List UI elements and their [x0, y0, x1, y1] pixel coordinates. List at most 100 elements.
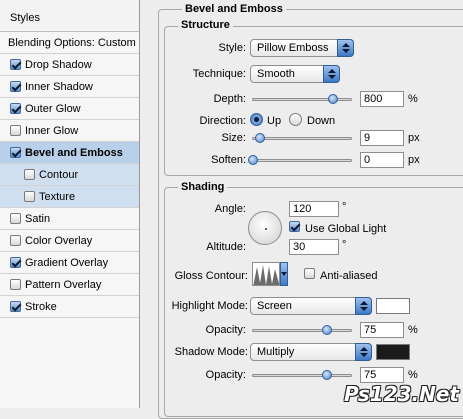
soften-unit: px — [408, 154, 420, 166]
depth-unit: % — [408, 93, 418, 105]
altitude-degree: ° — [342, 239, 347, 251]
technique-label: Technique: — [192, 68, 246, 80]
shadow-opacity-label: Opacity: — [205, 369, 246, 381]
style-item[interactable]: Satin — [0, 208, 139, 230]
style-item[interactable]: Drop Shadow — [0, 54, 139, 76]
technique-select[interactable]: Smooth — [250, 65, 340, 83]
style-item[interactable]: Gradient Overlay — [0, 252, 139, 274]
highlight-opacity-thumb[interactable] — [321, 325, 332, 335]
size-slider[interactable] — [252, 133, 352, 143]
style-item-label: Contour — [39, 169, 79, 181]
size-label: Size: — [221, 132, 246, 144]
anti-aliased-checkbox[interactable] — [304, 268, 315, 279]
style-checkbox[interactable] — [24, 168, 35, 180]
shadow-mode-label: Shadow Mode: — [174, 346, 248, 358]
dropdown-arrow-icon — [337, 39, 354, 57]
panel-title: Bevel and Emboss — [182, 3, 286, 15]
angle-degree: ° — [342, 201, 347, 213]
style-item-label: Texture — [39, 191, 76, 203]
styles-list: Styles Blending Options: Custom Drop Sha… — [0, 0, 140, 408]
style-checkbox[interactable] — [10, 146, 21, 158]
shadow-mode-select[interactable]: Multiply — [250, 343, 372, 361]
style-checkbox[interactable] — [10, 234, 21, 246]
highlight-color-swatch[interactable] — [376, 298, 410, 314]
shadow-opacity-unit: % — [408, 369, 418, 381]
dropdown-arrow-icon — [355, 297, 372, 315]
style-item-label: Pattern Overlay — [25, 279, 102, 291]
gloss-contour-preview[interactable] — [252, 262, 280, 286]
style-checkbox[interactable] — [24, 190, 35, 202]
shadow-mode-value: Multiply — [257, 346, 295, 358]
size-slider-thumb[interactable] — [254, 133, 265, 143]
style-item[interactable]: Inner Glow — [0, 120, 139, 142]
style-item[interactable]: Stroke — [0, 296, 139, 318]
style-checkbox[interactable] — [10, 212, 21, 224]
shadow-color-swatch[interactable] — [376, 344, 410, 360]
depth-label: Depth: — [213, 93, 246, 105]
style-item[interactable]: Outer Glow — [0, 98, 139, 120]
soften-slider[interactable] — [248, 155, 352, 165]
style-checkbox[interactable] — [10, 58, 21, 70]
highlight-mode-label: Highlight Mode: — [171, 300, 248, 312]
gloss-contour-label: Gloss Contour: — [174, 270, 248, 282]
direction-down-label: Down — [307, 115, 336, 127]
style-item[interactable]: Bevel and Emboss — [0, 142, 139, 164]
direction-up-label: Up — [267, 115, 282, 127]
style-item[interactable]: Texture — [0, 186, 139, 208]
shadow-opacity-field[interactable]: 75 — [360, 367, 404, 383]
size-unit: px — [408, 132, 420, 144]
direction-up-radio[interactable] — [250, 113, 263, 126]
technique-select-value: Smooth — [257, 68, 295, 80]
highlight-opacity-label: Opacity: — [205, 324, 246, 336]
style-checkbox[interactable] — [10, 124, 21, 136]
style-item-label: Outer Glow — [25, 103, 81, 115]
style-item-label: Satin — [25, 213, 51, 225]
style-item[interactable]: Contour — [0, 164, 139, 186]
style-checkbox[interactable] — [10, 300, 21, 312]
size-field[interactable]: 9 — [360, 130, 404, 146]
style-item-label: Drop Shadow — [25, 59, 92, 71]
style-checkbox[interactable] — [10, 278, 21, 290]
highlight-mode-select[interactable]: Screen — [250, 297, 372, 315]
style-item-label: Color Overlay — [25, 235, 93, 247]
options-panel: Bevel and Emboss Structure Style: Pillow… — [152, 0, 463, 419]
highlight-mode-value: Screen — [257, 300, 292, 312]
watermark: Ps123.Net — [343, 382, 459, 406]
global-light-checkbox[interactable] — [289, 221, 300, 232]
style-item-label: Inner Shadow — [25, 81, 93, 93]
altitude-field[interactable]: 30 — [289, 239, 339, 255]
style-item[interactable]: Pattern Overlay — [0, 274, 139, 296]
soften-field[interactable]: 0 — [360, 152, 404, 168]
contour-dropdown-icon[interactable] — [280, 262, 288, 286]
anti-aliased-label: Anti-aliased — [320, 270, 378, 282]
highlight-opacity-unit: % — [408, 324, 418, 336]
dropdown-arrow-icon — [355, 343, 372, 361]
angle-field[interactable]: 120 — [289, 201, 339, 217]
style-item-label: Inner Glow — [25, 125, 79, 137]
depth-field[interactable]: 800 — [360, 91, 404, 107]
highlight-opacity-field[interactable]: 75 — [360, 322, 404, 338]
style-item-label: Stroke — [25, 301, 57, 313]
altitude-label: Altitude: — [206, 241, 246, 253]
style-select[interactable]: Pillow Emboss — [250, 39, 354, 57]
style-checkbox[interactable] — [10, 102, 21, 114]
depth-slider[interactable] — [252, 94, 352, 104]
style-item[interactable]: Color Overlay — [0, 230, 139, 252]
angle-dial[interactable] — [248, 211, 282, 245]
style-checkbox[interactable] — [10, 256, 21, 268]
style-checkbox[interactable] — [10, 80, 21, 92]
shadow-opacity-slider[interactable] — [252, 370, 352, 380]
styles-header[interactable]: Styles — [0, 0, 139, 32]
blending-options-item[interactable]: Blending Options: Custom — [0, 32, 139, 54]
shadow-opacity-thumb[interactable] — [321, 370, 332, 380]
structure-title: Structure — [178, 19, 233, 31]
direction-down-radio[interactable] — [289, 113, 302, 126]
soften-label: Soften: — [211, 154, 246, 166]
highlight-opacity-slider[interactable] — [252, 325, 352, 335]
shading-title: Shading — [178, 181, 228, 193]
style-item-label: Gradient Overlay — [25, 257, 109, 269]
style-item[interactable]: Inner Shadow — [0, 76, 139, 98]
dropdown-arrow-icon — [323, 65, 340, 83]
direction-label: Direction: — [199, 115, 246, 127]
soften-slider-thumb[interactable] — [248, 155, 258, 165]
